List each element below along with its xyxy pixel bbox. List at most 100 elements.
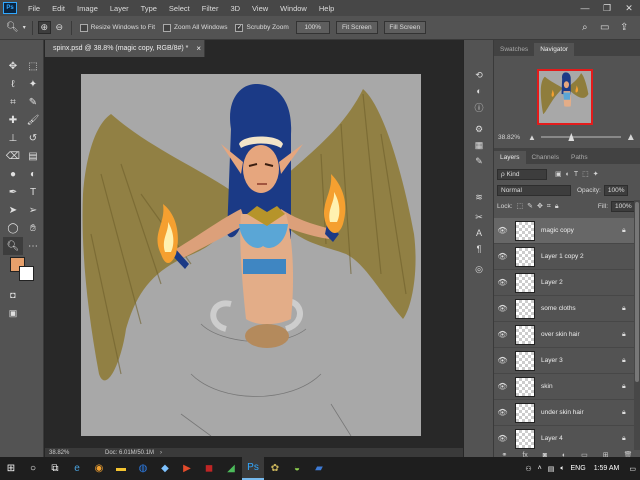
close-window-button[interactable]: ✕: [618, 0, 640, 16]
opacity-field[interactable]: 100%: [603, 184, 628, 196]
pen-tool-icon[interactable]: ✒: [3, 183, 23, 201]
layer-row[interactable]: 👁︎ Layer 4 🔒︎: [494, 426, 634, 450]
layers-scrollbar[interactable]: [634, 200, 640, 450]
search-icon[interactable]: ⌕: [582, 22, 588, 33]
visibility-eye-icon[interactable]: 👁︎: [494, 330, 511, 339]
file-explorer-icon[interactable]: ▬: [110, 457, 132, 480]
layer-name[interactable]: magic copy: [541, 227, 622, 234]
menu-view[interactable]: View: [246, 4, 274, 13]
visibility-eye-icon[interactable]: 👁︎: [494, 408, 511, 417]
app-yellow-icon[interactable]: ✿: [264, 457, 286, 480]
zoom-tool-icon[interactable]: 🔍︎: [3, 237, 23, 255]
browser-icon[interactable]: ◍: [132, 457, 154, 480]
zoom-all-option[interactable]: Zoom All Windows: [163, 23, 227, 32]
visibility-eye-icon[interactable]: 👁︎: [494, 278, 511, 287]
properties-panel-icon[interactable]: ⚙: [471, 122, 487, 136]
navigator-zoom-value[interactable]: 38.82%: [498, 134, 528, 141]
layer-name[interactable]: skin: [541, 383, 622, 390]
network-icon[interactable]: ▤: [548, 465, 555, 473]
tab-swatches[interactable]: Swatches: [494, 43, 534, 56]
3d-panel-icon[interactable]: ◎: [471, 262, 487, 276]
lock-icons[interactable]: ⬚✎✥⌗🔒︎: [517, 202, 563, 211]
tab-navigator[interactable]: Navigator: [534, 43, 575, 56]
close-tab-icon[interactable]: ×: [196, 44, 201, 53]
app-lime-icon[interactable]: ◒: [286, 457, 308, 480]
chevron-up-icon[interactable]: ˄: [538, 465, 542, 472]
layer-name[interactable]: Layer 1 copy 2: [541, 253, 622, 260]
clone-source-icon[interactable]: ✂: [471, 210, 487, 224]
menu-edit[interactable]: Edit: [46, 4, 71, 13]
chevron-down-icon[interactable]: ▾: [23, 24, 26, 31]
layer-row[interactable]: 👁︎ under skin hair 🔒︎: [494, 400, 634, 426]
canvas[interactable]: [81, 74, 421, 436]
maximize-button[interactable]: ❐: [596, 0, 618, 16]
layer-thumbnail[interactable]: [515, 272, 535, 293]
character-panel-icon[interactable]: A: [471, 226, 487, 240]
resize-windows-checkbox[interactable]: [79, 23, 88, 32]
clock[interactable]: 1:59 AM: [594, 465, 620, 472]
tab-paths[interactable]: Paths: [565, 151, 594, 164]
app-blue-icon[interactable]: ▰: [308, 457, 330, 480]
photoshop-taskbar-icon[interactable]: Ps: [242, 457, 264, 480]
menu-filter[interactable]: Filter: [196, 4, 225, 13]
eyedropper-icon[interactable]: ✎: [23, 93, 43, 111]
visibility-eye-icon[interactable]: 👁︎: [494, 304, 511, 313]
people-icon[interactable]: ⚇: [525, 465, 531, 473]
firefox-icon[interactable]: ◉: [88, 457, 110, 480]
app-red-icon[interactable]: ◼: [198, 457, 220, 480]
brush-settings-icon[interactable]: ≋: [471, 190, 487, 204]
layer-name[interactable]: Layer 3: [541, 357, 622, 364]
layer-thumbnail[interactable]: [515, 350, 535, 371]
tab-layers[interactable]: Layers: [494, 151, 526, 164]
crop-tool-icon[interactable]: ⌗: [3, 93, 23, 111]
zoom-all-checkbox[interactable]: [163, 23, 172, 32]
scrubby-zoom-checkbox[interactable]: ✓: [235, 23, 244, 32]
scrubby-zoom-option[interactable]: ✓ Scrubby Zoom: [235, 23, 289, 32]
paragraph-panel-icon[interactable]: ¶: [471, 242, 487, 256]
layer-row[interactable]: 👁︎ over skin hair 🔒︎: [494, 322, 634, 348]
workspace-icon[interactable]: ▭: [600, 22, 609, 33]
layer-filter-select[interactable]: ρ Kind: [497, 168, 547, 180]
background-color-swatch[interactable]: [19, 266, 34, 281]
layer-thumbnail[interactable]: [515, 246, 535, 267]
zoom-tool-preset-icon[interactable]: 🔍︎: [6, 22, 19, 33]
notification-icon[interactable]: ▭: [629, 465, 636, 473]
zoom-in-large-icon[interactable]: ▲: [626, 132, 636, 143]
lasso-tool-icon[interactable]: ℓ: [3, 75, 23, 93]
status-arrow-icon[interactable]: ›: [160, 450, 162, 456]
visibility-eye-icon[interactable]: 👁︎: [494, 382, 511, 391]
adjustments-panel-icon[interactable]: ◐: [471, 84, 487, 98]
info-panel-icon[interactable]: ⓘ: [471, 100, 487, 114]
share-icon[interactable]: ⇪: [620, 22, 628, 33]
layer-name[interactable]: Layer 2: [541, 279, 622, 286]
edge-icon[interactable]: e: [66, 457, 88, 480]
layer-row[interactable]: 👁︎ magic copy 🔒︎: [494, 218, 634, 244]
blend-mode-select[interactable]: Normal: [497, 184, 571, 196]
search-icon[interactable]: ○: [22, 457, 44, 480]
layer-thumbnail[interactable]: [515, 324, 535, 345]
dodge-tool-icon[interactable]: ◐: [23, 165, 43, 183]
healing-brush-icon[interactable]: ✚: [3, 111, 23, 129]
navigator-preview[interactable]: [537, 69, 593, 125]
layer-thumbnail[interactable]: [515, 402, 535, 423]
layer-row[interactable]: 👁︎ some cloths 🔒︎: [494, 296, 634, 322]
navigator-zoom-knob[interactable]: [568, 133, 575, 141]
path-select-icon[interactable]: ➤: [3, 201, 23, 219]
steam-icon[interactable]: ◆: [154, 457, 176, 480]
menu-type[interactable]: Type: [135, 4, 163, 13]
volume-icon[interactable]: 🔈︎: [560, 465, 564, 473]
menu-3d[interactable]: 3D: [224, 4, 246, 13]
magic-wand-icon[interactable]: ✦: [23, 75, 43, 93]
menu-file[interactable]: File: [22, 4, 46, 13]
zoom-out-icon[interactable]: ⊖: [53, 21, 66, 34]
visibility-eye-icon[interactable]: 👁︎: [494, 226, 511, 235]
gradient-tool-icon[interactable]: ▤: [23, 147, 43, 165]
fill-field[interactable]: 100%: [611, 200, 635, 212]
menu-layer[interactable]: Layer: [104, 4, 135, 13]
layer-thumbnail[interactable]: [515, 298, 535, 319]
direct-select-icon[interactable]: ➢: [23, 201, 43, 219]
layer-row[interactable]: 👁︎ Layer 1 copy 2: [494, 244, 634, 270]
type-tool-icon[interactable]: T: [23, 183, 43, 201]
screen-mode-icon[interactable]: ▣: [3, 304, 23, 322]
blur-tool-icon[interactable]: ●: [3, 165, 23, 183]
